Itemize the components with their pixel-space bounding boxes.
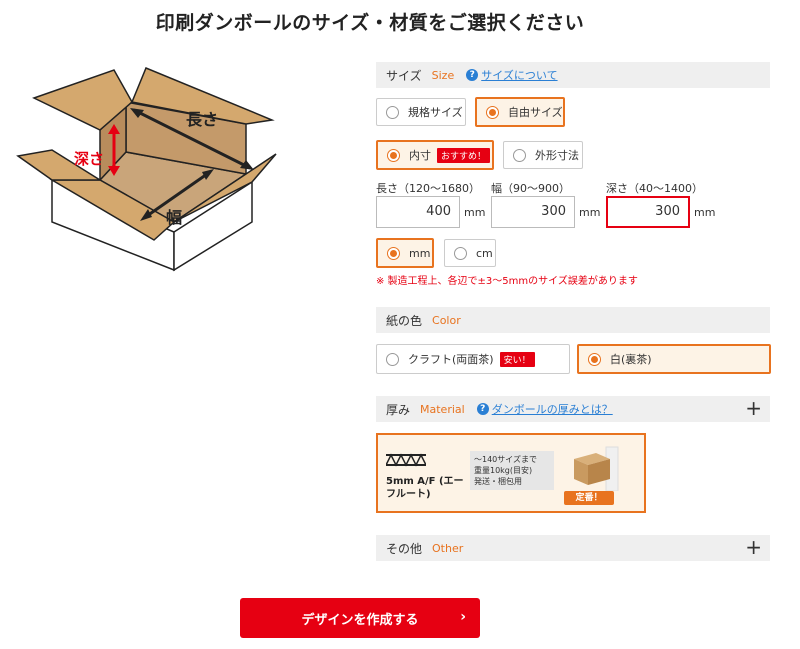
length-input[interactable]: 400 [376,196,460,228]
option-label: クラフト(両面茶) [408,353,494,366]
thickness-label: 厚み [386,402,411,417]
option-label: 自由サイズ [508,106,563,119]
delivery-person-box-icon [574,446,619,491]
thickness-label-en: Material [420,402,465,416]
option-outer-dimension[interactable]: 外形寸法 [503,141,583,169]
create-design-label: デザインを作成する [301,612,419,628]
option-white[interactable]: 白(裏茶) [577,344,771,374]
option-standard-size[interactable]: 規格サイズ [376,98,466,126]
cheap-badge: 安い！ [499,351,535,367]
option-label: 外形寸法 [535,149,579,162]
other-label-en: Other [432,541,464,555]
option-inner-dimension[interactable]: 内寸 おすすめ！ [376,140,494,170]
unit-option-mm[interactable]: mm [376,238,434,268]
size-help[interactable]: ? サイズについて [466,67,558,83]
color-section-header: 紙の色 Color [376,307,770,333]
radio-icon[interactable] [386,105,399,119]
radio-icon[interactable] [387,148,400,162]
size-label-en: Size [431,68,455,82]
option-label: 内寸 [409,149,431,162]
radio-icon[interactable] [513,148,526,162]
radio-icon[interactable] [386,352,399,366]
flute-profile-icon [386,453,426,467]
length-field-label: 長さ（120〜1680） [376,182,480,195]
thickness-help[interactable]: ? ダンボールの厚みとは？ [476,401,613,417]
size-section-header: サイズ Size ? サイズについて [376,62,770,88]
option-label: 規格サイズ [408,106,463,119]
option-kraft[interactable]: クラフト(両面茶) 安い！ [376,344,570,374]
material-name: 5mm A/F (エーフルート) [386,476,464,500]
length-label: 長さ [186,110,219,129]
color-label-en: Color [432,313,461,327]
width-unit: mm [579,206,601,219]
recommend-badge: おすすめ！ [437,147,491,163]
standard-tag: 定番！ [564,491,614,505]
expand-plus-icon[interactable]: + [745,537,762,557]
width-field-label: 幅（90〜900） [491,182,570,195]
radio-icon[interactable] [454,246,467,260]
thickness-section-header[interactable]: 厚み Material ? ダンボールの厚みとは？ + [376,396,770,422]
width-label: 幅 [166,208,183,227]
radio-icon[interactable] [588,352,601,366]
unit-option-cm[interactable]: cm [444,239,496,267]
thickness-help-link[interactable]: ダンボールの厚みとは？ [492,401,613,417]
box-diagram-illustration: 長さ 深さ 幅 [14,62,284,272]
material-info: 〜140サイズまで 重量10kg(目安) 発送・梱包用 [470,451,554,490]
material-info-line: 〜140サイズまで [474,455,538,464]
help-icon: ? [466,69,479,81]
depth-unit: mm [694,206,716,219]
option-free-size[interactable]: 自由サイズ [475,97,565,127]
option-label: mm [409,246,431,260]
material-info-line: 重量10kg(目安) [474,466,533,475]
chevron-right-icon: › [460,609,466,625]
length-unit: mm [464,206,486,219]
radio-icon[interactable] [387,246,400,260]
other-section-header[interactable]: その他 Other + [376,535,770,561]
help-icon: ? [476,403,489,415]
width-input[interactable]: 300 [491,196,575,228]
depth-label: 深さ [74,150,105,168]
color-label: 紙の色 [386,313,423,328]
size-label: サイズ [386,68,422,83]
option-label: cm [476,246,493,260]
material-info-line: 発送・梱包用 [474,477,522,486]
option-label: 白(裏茶) [610,353,652,366]
expand-plus-icon[interactable]: + [745,398,762,418]
depth-input[interactable]: 300 [606,196,690,228]
size-help-link[interactable]: サイズについて [481,67,557,83]
material-card-5mm-af[interactable]: 5mm A/F (エーフルート) 〜140サイズまで 重量10kg(目安) 発送… [376,433,646,513]
depth-field-label: 深さ（40〜1400） [606,182,703,195]
create-design-button[interactable]: デザインを作成する › [240,598,480,638]
size-tolerance-note: ※ 製造工程上、各辺で±3〜5mmのサイズ誤差があります [376,276,638,287]
radio-icon[interactable] [486,105,499,119]
other-label: その他 [386,541,423,556]
page-title: 印刷ダンボールのサイズ・材質をご選択ください [155,12,585,34]
